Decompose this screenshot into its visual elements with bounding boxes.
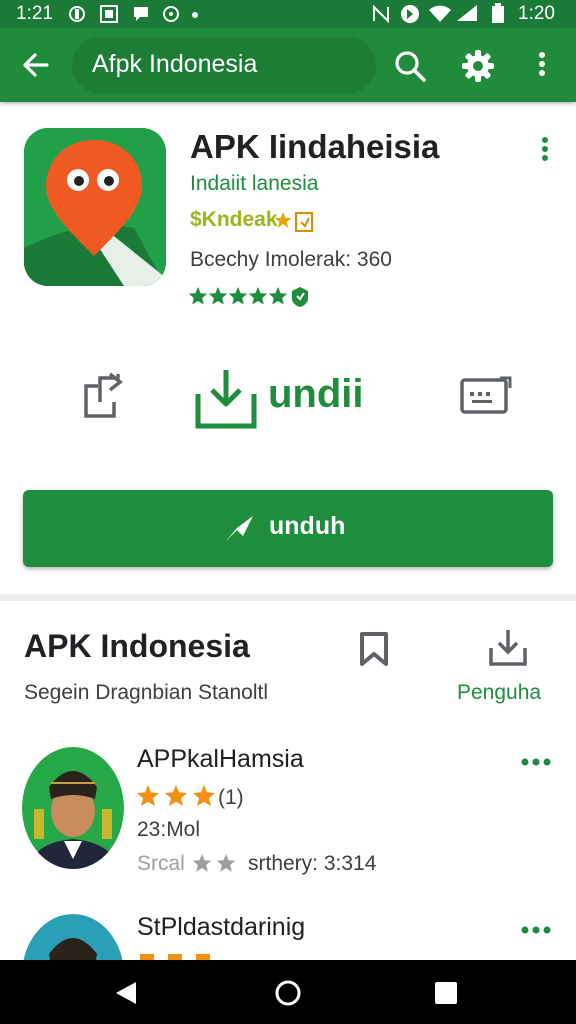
search-input[interactable]: Afpk Indonesia xyxy=(92,50,257,79)
list-item-more-icon[interactable] xyxy=(521,925,551,935)
list-item-stars xyxy=(140,954,210,960)
app-rating-stars xyxy=(188,287,308,307)
status-time-left: 1:21 xyxy=(16,3,53,24)
sync-icon xyxy=(163,6,179,22)
status-time-right: 1:20 xyxy=(518,3,555,24)
app-more-icon[interactable] xyxy=(540,136,550,162)
app-icon xyxy=(24,128,166,286)
recents-nav-icon[interactable] xyxy=(434,981,458,1005)
primary-action-label[interactable]: undii xyxy=(268,372,364,417)
download-icon[interactable] xyxy=(194,366,258,430)
list-item-meta-2: srthery: 3:314 xyxy=(248,852,377,875)
toolbar: Afpk Indonesia xyxy=(0,28,576,102)
section-title: APK Indonesia xyxy=(24,628,250,664)
list-item-meta-prefix: Srcal xyxy=(137,852,185,875)
app-stats: Bcechy Imolerak: 360 xyxy=(190,248,392,271)
list-item-gray-stars xyxy=(192,854,236,872)
app-developer[interactable]: Indaiit lanesia xyxy=(190,172,318,196)
list-item-title[interactable]: StPldastdarinig xyxy=(137,913,305,942)
search-field[interactable]: Afpk Indonesia xyxy=(72,37,376,93)
download-button[interactable]: unduh xyxy=(23,490,553,567)
chat-icon xyxy=(134,7,148,21)
gear-icon[interactable] xyxy=(460,48,496,84)
share-icon[interactable] xyxy=(82,372,130,418)
status-bar: 1:21 1:20 xyxy=(0,0,576,28)
app-tag: $Kndeak xyxy=(190,208,278,231)
arrow-left-icon[interactable] xyxy=(20,50,50,80)
send-icon xyxy=(225,516,253,542)
avatar xyxy=(22,747,124,869)
nfc-icon xyxy=(373,5,389,23)
home-nav-icon[interactable] xyxy=(274,979,302,1007)
data-saver-icon xyxy=(401,5,419,23)
badge-icons xyxy=(275,212,313,232)
download-button-label: unduh xyxy=(269,512,346,540)
section-divider xyxy=(0,594,576,601)
list-item-rating-count: (1) xyxy=(218,786,244,809)
navigation-bar xyxy=(0,960,576,1024)
back-nav-icon[interactable] xyxy=(114,980,138,1006)
gallery-icon xyxy=(100,5,118,23)
signal-icon xyxy=(457,5,477,21)
bookmark-icon[interactable] xyxy=(358,630,390,668)
battery-icon xyxy=(492,3,504,23)
keyboard-icon[interactable] xyxy=(460,376,512,416)
section-download-icon[interactable] xyxy=(488,628,528,668)
search-icon[interactable] xyxy=(393,49,427,83)
list-item-more-icon[interactable] xyxy=(521,757,551,767)
list-item-stars xyxy=(137,785,215,806)
section-download-label[interactable]: Penguha xyxy=(457,681,541,705)
more-vert-icon[interactable] xyxy=(534,50,550,80)
notification-icon xyxy=(69,6,85,22)
list-item-meta: 23:Mol xyxy=(137,818,201,841)
more-notifications-dot xyxy=(192,12,198,18)
app-title: APK Iindaheisia xyxy=(190,128,440,165)
wifi-icon xyxy=(429,5,451,22)
map-pin-icon xyxy=(24,128,166,286)
section-subtitle: Segein Dragnbian Stanoltl xyxy=(24,681,269,704)
list-item-title[interactable]: APPkalHamsia xyxy=(137,745,304,774)
